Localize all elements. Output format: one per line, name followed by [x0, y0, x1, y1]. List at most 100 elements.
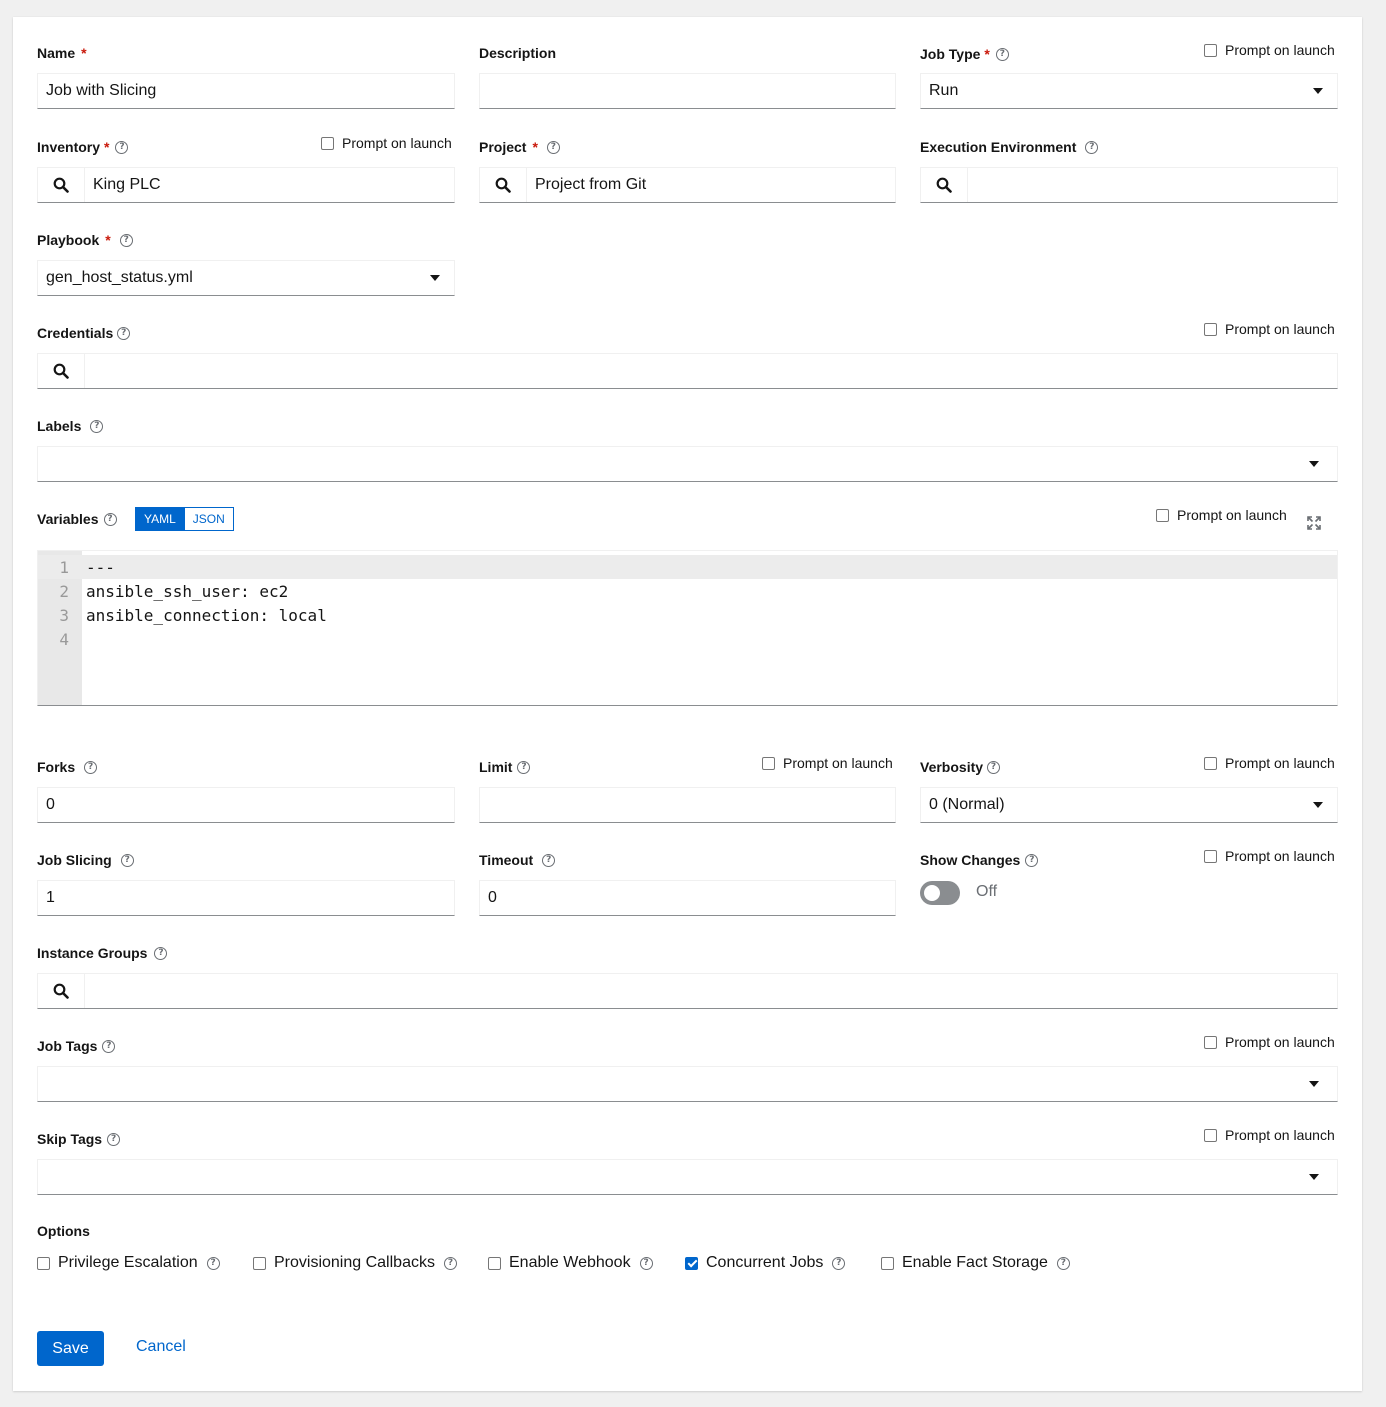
checkbox-icon[interactable] [1204, 849, 1217, 863]
prompt-label: Prompt on launch [783, 755, 893, 771]
line-code: ansible_ssh_user: ec2 [86, 581, 289, 601]
checkbox-icon[interactable] [1156, 508, 1169, 522]
caret-down-icon [1309, 1081, 1319, 1087]
caret-down-icon [1313, 88, 1323, 94]
checkbox-icon[interactable] [1204, 756, 1217, 770]
limit-input[interactable] [479, 787, 896, 823]
show-changes-prompt-checkbox[interactable]: Prompt on launch [1204, 848, 1335, 864]
search-icon[interactable] [38, 354, 85, 388]
checkbox-icon[interactable] [37, 1256, 50, 1270]
labels-select[interactable] [37, 446, 1338, 482]
job-type-prompt-checkbox[interactable]: Prompt on launch [1204, 42, 1335, 58]
name-value: Job with Slicing [46, 82, 157, 99]
help-icon[interactable]: ? [832, 1256, 846, 1270]
option-provisioning-callbacks[interactable]: Provisioning Callbacks? [253, 1254, 457, 1272]
checkbox-icon[interactable] [762, 756, 775, 770]
help-icon[interactable]: ? [154, 946, 168, 960]
verbosity-value: 0 (Normal) [929, 796, 1005, 813]
job-tags-prompt-checkbox[interactable]: Prompt on launch [1204, 1034, 1335, 1050]
option-privilege-escalation[interactable]: Privilege Escalation? [37, 1254, 220, 1272]
cancel-button[interactable]: Cancel [136, 1338, 186, 1356]
credentials-label: Credentials? [37, 324, 131, 342]
name-input[interactable]: Job with Slicing [37, 73, 455, 109]
forks-value: 0 [46, 796, 55, 813]
inventory-value: King PLC [93, 176, 161, 193]
help-icon[interactable]: ? [206, 1256, 220, 1270]
skip-tags-prompt-checkbox[interactable]: Prompt on launch [1204, 1127, 1335, 1143]
inventory-prompt-checkbox[interactable]: Prompt on launch [321, 135, 452, 151]
job-type-label: Job Type *? [920, 45, 1009, 63]
execution-environment-label: Execution Environment? [920, 138, 1099, 156]
job-slicing-label: Job Slicing? [37, 851, 134, 869]
search-icon[interactable] [38, 168, 85, 202]
help-icon[interactable]: ? [542, 853, 556, 867]
limit-label: Limit? [479, 758, 531, 776]
limit-prompt-checkbox[interactable]: Prompt on launch [762, 755, 893, 771]
help-icon[interactable]: ? [84, 760, 98, 774]
prompt-label: Prompt on launch [1225, 1127, 1335, 1143]
checkbox-icon[interactable] [1204, 1035, 1217, 1049]
option-enable-webhook[interactable]: Enable Webhook? [488, 1254, 653, 1272]
checkbox-checked-icon[interactable] [685, 1256, 698, 1270]
timeout-input[interactable]: 0 [479, 880, 896, 916]
credentials-lookup[interactable] [37, 353, 1338, 389]
help-icon[interactable]: ? [103, 512, 117, 526]
checkbox-icon[interactable] [253, 1256, 266, 1270]
credentials-prompt-checkbox[interactable]: Prompt on launch [1204, 321, 1335, 337]
search-icon[interactable] [38, 974, 85, 1008]
skip-tags-select[interactable] [37, 1159, 1338, 1195]
help-icon[interactable]: ? [115, 140, 129, 154]
help-icon[interactable]: ? [107, 1132, 121, 1146]
inventory-lookup[interactable]: King PLC [37, 167, 455, 203]
checkbox-icon[interactable] [1204, 1128, 1217, 1142]
option-enable-fact-storage[interactable]: Enable Fact Storage? [881, 1254, 1070, 1272]
help-icon[interactable]: ? [639, 1256, 653, 1270]
help-icon[interactable]: ? [1056, 1256, 1070, 1270]
variables-prompt-checkbox[interactable]: Prompt on launch [1156, 507, 1287, 523]
job-tags-select[interactable] [37, 1066, 1338, 1102]
forks-label: Forks? [37, 758, 98, 776]
checkbox-icon[interactable] [1204, 322, 1217, 336]
help-icon[interactable]: ? [1025, 853, 1039, 867]
description-input[interactable] [479, 73, 896, 109]
playbook-label: Playbook *? [37, 231, 133, 249]
job-type-select[interactable]: Run [920, 73, 1338, 109]
editor-line: 4 [38, 627, 1337, 651]
help-icon[interactable]: ? [1085, 140, 1099, 154]
job-slicing-input[interactable]: 1 [37, 880, 455, 916]
expand-icon[interactable] [1307, 516, 1321, 530]
search-icon[interactable] [921, 168, 968, 202]
help-icon[interactable]: ? [517, 760, 531, 774]
variables-code-editor[interactable]: 1 --- 2 ansible_ssh_user: ec2 3 ansible_con… [37, 550, 1338, 706]
json-toggle-button[interactable]: JSON [184, 507, 234, 531]
show-changes-switch[interactable] [920, 881, 960, 905]
instance-groups-lookup[interactable] [37, 973, 1338, 1009]
execution-environment-lookup[interactable] [920, 167, 1338, 203]
checkbox-icon[interactable] [321, 136, 334, 150]
inventory-label: Inventory *? [37, 138, 129, 156]
help-icon[interactable]: ? [119, 233, 133, 247]
help-icon[interactable]: ? [90, 419, 104, 433]
help-icon[interactable]: ? [117, 326, 131, 340]
yaml-toggle-button[interactable]: YAML [135, 507, 185, 531]
search-icon[interactable] [480, 168, 527, 202]
verbosity-prompt-checkbox[interactable]: Prompt on launch [1204, 755, 1335, 771]
option-concurrent-jobs[interactable]: Concurrent Jobs? [685, 1254, 846, 1272]
help-icon[interactable]: ? [102, 1039, 116, 1053]
playbook-select[interactable]: gen_host_status.yml [37, 260, 455, 296]
variables-mode-toggle[interactable]: YAML JSON [135, 507, 234, 531]
checkbox-icon[interactable] [488, 1256, 501, 1270]
project-lookup[interactable]: Project from Git [479, 167, 896, 203]
help-icon[interactable]: ? [987, 760, 1001, 774]
help-icon[interactable]: ? [546, 140, 560, 154]
option-label: Concurrent Jobs [706, 1254, 824, 1271]
help-icon[interactable]: ? [443, 1256, 457, 1270]
forks-input[interactable]: 0 [37, 787, 455, 823]
help-icon[interactable]: ? [120, 853, 134, 867]
save-button[interactable]: Save [37, 1331, 104, 1366]
timeout-label: Timeout? [479, 851, 556, 869]
help-icon[interactable]: ? [995, 47, 1009, 61]
checkbox-icon[interactable] [881, 1256, 894, 1270]
verbosity-select[interactable]: 0 (Normal) [920, 787, 1338, 823]
checkbox-icon[interactable] [1204, 43, 1217, 57]
